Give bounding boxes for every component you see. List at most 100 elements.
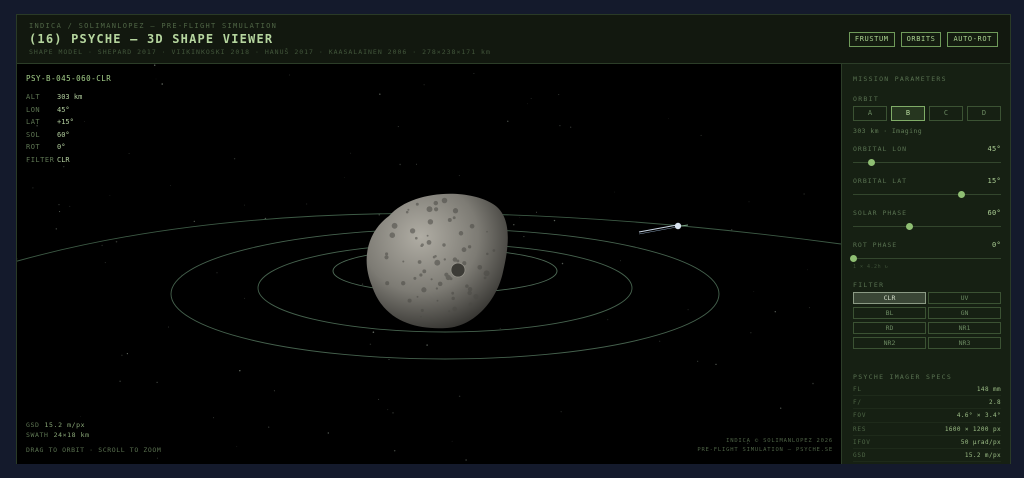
crater bbox=[430, 278, 433, 281]
star bbox=[536, 211, 537, 213]
orbital-lon-slider-handle[interactable] bbox=[868, 159, 875, 166]
crater bbox=[433, 207, 439, 212]
controls-hint: DRAG TO ORBIT · SCROLL TO ZOOM bbox=[26, 446, 162, 454]
filter-uv-button[interactable]: UV bbox=[928, 292, 1001, 304]
orbit-option-d[interactable]: D bbox=[967, 106, 1001, 121]
crater bbox=[422, 269, 427, 274]
star bbox=[812, 382, 814, 385]
star bbox=[426, 344, 428, 346]
crater bbox=[452, 257, 458, 262]
crater bbox=[483, 276, 487, 280]
filter-nr3-button[interactable]: NR3 bbox=[928, 337, 1001, 349]
star bbox=[753, 291, 755, 292]
star bbox=[126, 353, 128, 355]
star bbox=[350, 152, 352, 154]
crater bbox=[413, 276, 417, 280]
crater bbox=[452, 216, 456, 220]
star bbox=[748, 201, 750, 203]
crater bbox=[486, 230, 488, 233]
orbital-lat-slider[interactable] bbox=[853, 191, 1001, 198]
star bbox=[559, 124, 561, 127]
spec-ifov-value: 50 µrad/px bbox=[960, 438, 1001, 446]
solar-phase-slider-handle[interactable] bbox=[905, 223, 913, 230]
star bbox=[63, 166, 65, 168]
star bbox=[155, 78, 157, 80]
crater bbox=[384, 255, 389, 260]
orbital-lon-label: ORBITAL LON 45° bbox=[853, 145, 1001, 153]
star bbox=[372, 331, 375, 333]
star bbox=[58, 204, 60, 206]
orbital-lon-slider[interactable] bbox=[853, 159, 1001, 166]
filter-nr2-button[interactable]: NR2 bbox=[853, 337, 926, 349]
crater bbox=[426, 206, 433, 213]
star bbox=[387, 409, 389, 411]
star bbox=[32, 187, 34, 189]
crater bbox=[451, 296, 455, 301]
spec-row: GSD 15.2 m/px bbox=[853, 449, 1001, 463]
spec-fnum-label: F/ bbox=[853, 399, 862, 407]
crater bbox=[421, 287, 427, 293]
star bbox=[244, 297, 246, 299]
spec-fl-value: 148 mm bbox=[976, 386, 1001, 393]
3d-viewport[interactable]: PSY-B-045-060-CLR ALT 303 km LON 45° LAT +1… bbox=[17, 64, 841, 464]
star bbox=[392, 412, 394, 414]
filter-nr1-button[interactable]: NR1 bbox=[928, 322, 1001, 334]
spec-row: FOV 4.6° × 3.4° bbox=[853, 409, 1001, 423]
image-id: PSY-B-045-060-CLR bbox=[26, 74, 112, 83]
crater bbox=[415, 202, 419, 206]
ground-sample-readout: GSD 15.2 m/px SWATH 24×18 km DRAG TO ORBIT… bbox=[26, 421, 161, 454]
filter-rd-button[interactable]: RD bbox=[853, 322, 926, 334]
star bbox=[361, 283, 364, 285]
star bbox=[268, 426, 270, 428]
star bbox=[620, 260, 621, 262]
crater bbox=[417, 260, 422, 264]
filter-gn-button[interactable]: GN bbox=[928, 307, 1001, 319]
star bbox=[808, 307, 810, 309]
star bbox=[774, 311, 776, 313]
swath-label: SWATH bbox=[26, 431, 49, 439]
rot-phase-slider[interactable] bbox=[849, 255, 1001, 262]
crater bbox=[452, 208, 459, 214]
crater bbox=[469, 223, 475, 229]
star bbox=[115, 240, 118, 243]
rot-label: ROT bbox=[26, 143, 41, 152]
spec-res-label: RES bbox=[853, 425, 867, 433]
star bbox=[399, 163, 401, 166]
crater bbox=[416, 295, 419, 298]
crater bbox=[441, 197, 448, 204]
auto-rot-toggle-button[interactable]: AUTO-ROT bbox=[947, 32, 998, 47]
gsd-label: GSD bbox=[26, 421, 40, 429]
filter-bl-button[interactable]: BL bbox=[853, 307, 926, 319]
star bbox=[388, 359, 390, 360]
orbital-lat-slider-handle[interactable] bbox=[958, 191, 966, 198]
crater bbox=[391, 222, 398, 229]
filter-clr-button[interactable]: CLR bbox=[853, 292, 926, 304]
mission-parameters-heading: MISSION PARAMETERS bbox=[853, 75, 947, 83]
star bbox=[80, 416, 81, 417]
star bbox=[530, 98, 532, 99]
crater bbox=[407, 208, 410, 211]
star bbox=[513, 224, 515, 226]
frustum-toggle-button[interactable]: FRUSTUM bbox=[848, 32, 895, 47]
solar-phase-slider[interactable] bbox=[853, 223, 1001, 230]
crater bbox=[420, 308, 424, 312]
orbit-option-b[interactable]: B bbox=[891, 106, 925, 121]
scene-canvas[interactable] bbox=[17, 64, 841, 464]
crater bbox=[426, 234, 429, 237]
crater bbox=[443, 258, 446, 261]
imager-specs-heading: PSYCHE IMAGER SPECS bbox=[853, 373, 953, 381]
crater bbox=[461, 247, 467, 253]
rot-phase-slider-handle[interactable] bbox=[849, 255, 857, 262]
filter-heading: FILTER bbox=[853, 281, 885, 289]
star bbox=[458, 175, 460, 177]
rot-value: 0° bbox=[57, 143, 66, 152]
crater bbox=[452, 306, 458, 312]
spec-row: F/2.8 bbox=[853, 396, 1001, 410]
star bbox=[119, 380, 121, 383]
imager-specs-table: FL 148 mm F/2.8 FOV 4.6° × 3.4° RES 1600 × … bbox=[853, 383, 1001, 463]
orbit-option-a[interactable]: A bbox=[853, 106, 887, 121]
star bbox=[289, 74, 290, 76]
star bbox=[170, 185, 171, 186]
orbit-option-c[interactable]: C bbox=[929, 106, 963, 121]
orbits-toggle-button[interactable]: ORBITS bbox=[900, 32, 942, 47]
